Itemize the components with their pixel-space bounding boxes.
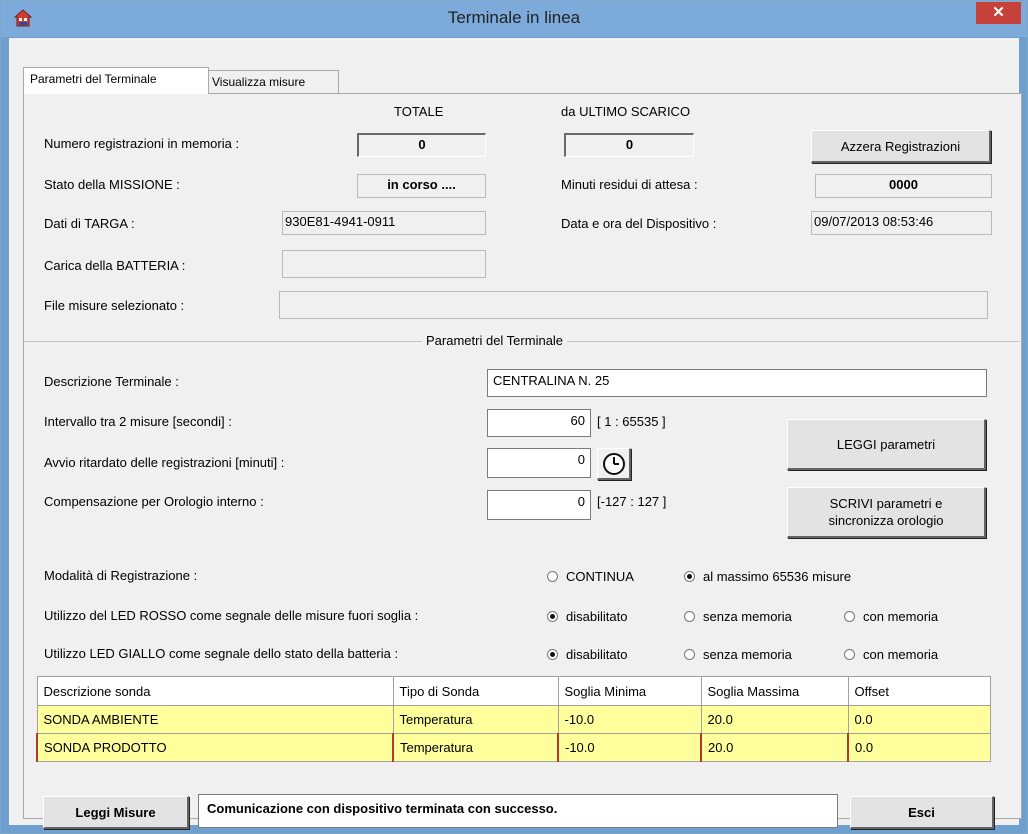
radio-continua[interactable]: CONTINUA [547, 569, 634, 584]
col-descrizione[interactable]: Descrizione sonda [36, 676, 394, 706]
compensazione-input[interactable]: 0 [487, 490, 591, 520]
tab-parametri[interactable]: Parametri del Terminale [23, 67, 209, 94]
radio-dot [547, 649, 558, 660]
header-totale: TOTALE [394, 104, 444, 119]
num-registrazioni-ultimo: 0 [564, 133, 694, 157]
dati-targa-value: 930E81-4941-0911 [282, 211, 486, 235]
radio-rosso-con[interactable]: con memoria [844, 609, 938, 624]
led-giallo-label: Utilizzo LED GIALLO come segnale dello s… [44, 646, 399, 661]
leggi-misure-button[interactable]: Leggi Misure [43, 796, 189, 829]
modalita-label: Modalità di Registrazione : [44, 568, 198, 583]
file-misure-value [279, 291, 988, 319]
table-header-row: Descrizione sonda Tipo di Sonda Soglia M… [36, 676, 991, 706]
num-registrazioni-label: Numero registrazioni in memoria : [44, 136, 240, 151]
leggi-parametri-button[interactable]: LEGGI parametri [787, 419, 986, 470]
tab-panel: TOTALE da ULTIMO SCARICO Numero registra… [23, 93, 1022, 819]
table-row[interactable]: SONDA PRODOTTO Temperatura -10.0 20.0 0.… [36, 733, 991, 762]
azzera-registrazioni-button[interactable]: Azzera Registrazioni [811, 130, 991, 163]
minuti-residui-label: Minuti residui di attesa : [561, 177, 698, 192]
radio-label: disabilitato [566, 647, 628, 662]
close-icon: ✕ [992, 4, 1005, 21]
radio-dot [844, 611, 855, 622]
radio-dot [684, 571, 695, 582]
num-registrazioni-totale: 0 [357, 133, 486, 157]
dati-targa-label: Dati di TARGA : [44, 216, 135, 231]
tab-visualizza-misure[interactable]: Visualizza misure [205, 70, 339, 93]
led-rosso-label: Utilizzo del LED ROSSO come segnale dell… [44, 608, 419, 623]
radio-label: disabilitato [566, 609, 628, 624]
close-button[interactable]: ✕ [976, 2, 1021, 24]
minuti-residui-value: 0000 [815, 174, 992, 198]
sonde-table[interactable]: Descrizione sonda Tipo di Sonda Soglia M… [36, 676, 991, 762]
clock-icon [602, 452, 625, 475]
table-cell[interactable]: SONDA AMBIENTE [36, 705, 394, 734]
table-cell[interactable]: 20.0 [700, 733, 849, 762]
radio-continua-label: CONTINUA [566, 569, 634, 584]
radio-dot [684, 611, 695, 622]
table-cell[interactable]: 0.0 [847, 733, 991, 762]
radio-dot [684, 649, 695, 660]
stato-missione-label: Stato della MISSIONE : [44, 177, 180, 192]
intervallo-label: Intervallo tra 2 misure [secondi] : [44, 414, 232, 429]
col-offset[interactable]: Offset [847, 676, 991, 706]
esci-button[interactable]: Esci [850, 796, 994, 829]
radio-label: senza memoria [703, 647, 792, 662]
scrivi-parametri-button[interactable]: SCRIVI parametri e sincronizza orologio [787, 487, 986, 538]
descrizione-input[interactable]: CENTRALINA N. 25 [487, 369, 987, 397]
carica-batteria-label: Carica della BATTERIA : [44, 258, 186, 273]
intervallo-input[interactable]: 60 [487, 409, 591, 437]
descrizione-label: Descrizione Terminale : [44, 374, 179, 389]
col-soglia-min[interactable]: Soglia Minima [557, 676, 702, 706]
carica-batteria-value [282, 250, 486, 278]
table-cell[interactable]: -10.0 [557, 733, 702, 762]
radio-label: con memoria [863, 609, 939, 624]
radio-rosso-disabilitato[interactable]: disabilitato [547, 609, 627, 624]
table-cell[interactable]: -10.0 [557, 705, 702, 734]
radio-label: con memoria [863, 647, 939, 662]
parametri-group-title: Parametri del Terminale [422, 333, 568, 348]
title-bar[interactable]: Terminale in linea ✕ [1, 1, 1027, 37]
table-cell[interactable]: Temperatura [392, 705, 559, 734]
data-ora-value: 09/07/2013 08:53:46 [811, 211, 992, 235]
col-tipo[interactable]: Tipo di Sonda [392, 676, 559, 706]
avvio-label: Avvio ritardato delle registrazioni [min… [44, 455, 285, 470]
window-title: Terminale in linea [447, 8, 581, 27]
scrivi-line2: sincronizza orologio [828, 513, 944, 528]
table-cell[interactable]: 20.0 [700, 705, 849, 734]
compensazione-range: [-127 : 127 ] [597, 494, 667, 509]
scrivi-line1: SCRIVI parametri e [829, 496, 943, 511]
radio-giallo-disabilitato[interactable]: disabilitato [547, 647, 627, 662]
status-message: Comunicazione con dispositivo terminata … [198, 794, 838, 828]
radio-label: senza memoria [703, 609, 792, 624]
compensazione-label: Compensazione per Orologio interno : [44, 494, 264, 509]
table-cell[interactable]: SONDA PRODOTTO [36, 733, 394, 762]
file-misure-label: File misure selezionato : [44, 298, 185, 313]
table-cell[interactable]: 0.0 [847, 705, 991, 734]
client-area: Parametri del Terminale Visualizza misur… [9, 38, 1022, 829]
header-ultimo-scarico: da ULTIMO SCARICO [561, 104, 691, 119]
radio-giallo-senza[interactable]: senza memoria [684, 647, 792, 662]
table-row[interactable]: SONDA AMBIENTE Temperatura -10.0 20.0 0.… [36, 705, 991, 734]
window: Terminale in linea ✕ Parametri del Termi… [0, 0, 1028, 834]
table-cell[interactable]: Temperatura [392, 733, 559, 762]
radio-rosso-senza[interactable]: senza memoria [684, 609, 792, 624]
radio-massimo-label: al massimo 65536 misure [703, 569, 852, 584]
radio-giallo-con[interactable]: con memoria [844, 647, 938, 662]
data-ora-label: Data e ora del Dispositivo : [561, 216, 717, 231]
radio-dot [547, 611, 558, 622]
radio-massimo[interactable]: al massimo 65536 misure [684, 569, 851, 584]
avvio-input[interactable]: 0 [487, 448, 591, 478]
stato-missione-value: in corso .... [357, 174, 486, 198]
radio-dot [547, 571, 558, 582]
radio-dot [844, 649, 855, 660]
intervallo-range: [ 1 : 65535 ] [597, 414, 666, 429]
col-soglia-max[interactable]: Soglia Massima [700, 676, 849, 706]
clock-button[interactable] [597, 448, 631, 480]
